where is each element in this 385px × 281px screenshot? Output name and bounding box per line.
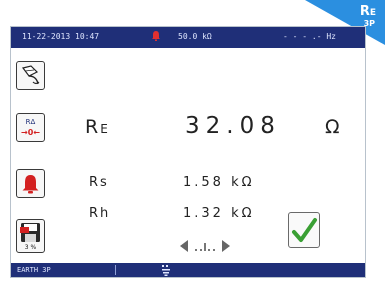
- confirm-button[interactable]: [288, 212, 320, 248]
- bottom-divider: [115, 265, 116, 275]
- checkmark-icon: [292, 218, 317, 242]
- floppy-disk-icon: [20, 223, 40, 242]
- badge-title: RE: [360, 4, 376, 19]
- bottom-bar: EARTH 3P: [11, 263, 365, 277]
- status-frequency: - - - .- Hz: [283, 32, 336, 41]
- function-name: EARTH 3P: [17, 266, 51, 274]
- arrow-left-icon[interactable]: [179, 239, 189, 253]
- re-label-sub: E: [100, 122, 109, 136]
- re-label: RE: [85, 116, 109, 138]
- re-unit: Ω: [325, 116, 340, 138]
- zero-offset-button[interactable]: RΔ →0←: [16, 113, 45, 142]
- status-range: 50.0 kΩ: [178, 32, 212, 41]
- badge-title-sub: E: [369, 8, 376, 18]
- probe-button[interactable]: [16, 61, 45, 90]
- rh-label: Rh: [89, 206, 111, 221]
- status-date: 11-22-2013: [22, 32, 71, 41]
- zero-offset-icon: RΔ →0←: [21, 118, 40, 137]
- arrow-right-icon[interactable]: [221, 239, 231, 253]
- save-label: 3 %: [24, 244, 37, 251]
- rh-value: 1.32 kΩ: [183, 206, 255, 221]
- alarm-button[interactable]: [16, 169, 45, 198]
- zero-icon-bottom-text: →0←: [21, 128, 40, 137]
- re-label-main: R: [85, 116, 101, 138]
- status-bar: 11-22-2013 10:47 50.0 kΩ - - - .- Hz: [11, 27, 365, 48]
- instrument-screen: 11-22-2013 10:47 50.0 kΩ - - - .- Hz RΔ …: [10, 26, 366, 278]
- page-indicator-icon: [195, 243, 215, 251]
- bell-icon: [151, 30, 161, 44]
- rs-label: Rs: [89, 175, 109, 190]
- badge-title-main: R: [359, 4, 370, 19]
- save-button[interactable]: 3 %: [16, 219, 45, 253]
- probe-icon: [21, 65, 40, 85]
- status-time: 10:47: [75, 32, 100, 41]
- alarm-bell-icon: [22, 175, 39, 194]
- re-value: 32.08: [185, 113, 281, 139]
- earth-symbol-icon: [162, 265, 170, 276]
- rs-value: 1.58 kΩ: [183, 175, 255, 190]
- zero-icon-top-text: RΔ: [26, 118, 36, 126]
